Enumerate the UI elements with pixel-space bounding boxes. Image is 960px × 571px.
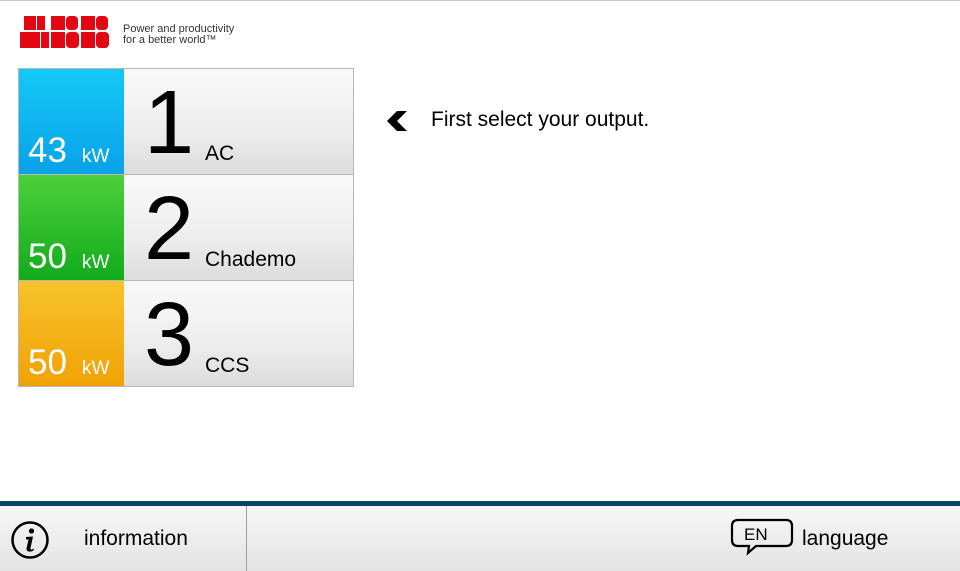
output-number: 2 bbox=[144, 179, 195, 279]
output-power-badge: 43 kW bbox=[19, 69, 124, 174]
output-type: Chademo bbox=[205, 248, 297, 271]
power-unit: kW bbox=[82, 252, 110, 273]
output-select-area[interactable]: 3 CCS bbox=[124, 281, 353, 386]
output-select-area[interactable]: 1 AC bbox=[124, 69, 353, 174]
output-select-area[interactable]: 2 Chademo bbox=[124, 175, 353, 280]
output-power-badge: 50 kW bbox=[19, 175, 124, 280]
top-border bbox=[0, 0, 960, 1]
output-button-1[interactable]: 43 kW 1 AC bbox=[19, 69, 353, 174]
info-icon bbox=[11, 521, 49, 559]
output-number: 3 bbox=[144, 285, 195, 385]
output-type: AC bbox=[205, 142, 235, 165]
information-button[interactable]: information bbox=[0, 506, 246, 571]
power-value: 43 bbox=[28, 131, 67, 170]
output-type: CCS bbox=[205, 354, 250, 377]
language-label: language bbox=[802, 527, 889, 550]
hint-text: First select your output. bbox=[431, 108, 650, 131]
information-label: information bbox=[84, 527, 188, 550]
power-unit: kW bbox=[82, 146, 110, 167]
tagline-line-2: for a better world™ bbox=[123, 34, 217, 46]
power-value: 50 bbox=[28, 237, 67, 276]
footer-separator bbox=[246, 506, 247, 571]
abb-logo bbox=[20, 14, 110, 50]
language-button[interactable]: EN language bbox=[722, 506, 960, 571]
output-selection-panel: 43 kW 1 AC 50 kW 2 Chademo 50 kW 3 CCS bbox=[18, 68, 354, 387]
language-code: EN bbox=[744, 525, 768, 544]
chevron-left-icon bbox=[387, 111, 407, 131]
output-button-3[interactable]: 50 kW 3 CCS bbox=[19, 281, 353, 386]
power-value: 50 bbox=[28, 343, 67, 382]
output-number: 1 bbox=[144, 73, 195, 173]
output-power-badge: 50 kW bbox=[19, 281, 124, 386]
footer-bar: information EN language bbox=[0, 506, 960, 571]
brand-tagline: Power and productivity for a better worl… bbox=[123, 24, 234, 46]
output-button-2[interactable]: 50 kW 2 Chademo bbox=[19, 175, 353, 280]
power-unit: kW bbox=[82, 358, 110, 379]
